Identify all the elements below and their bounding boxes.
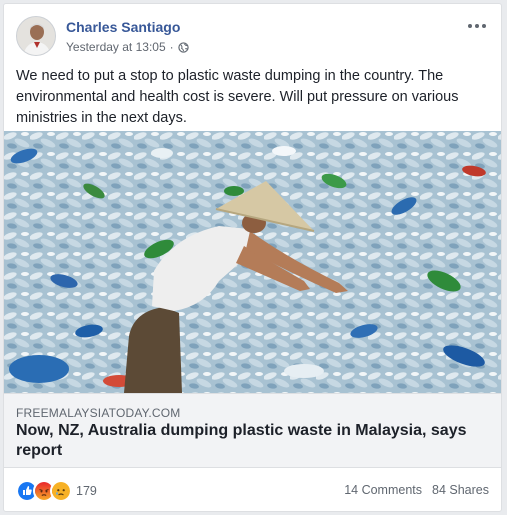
dot [482,24,486,28]
post-header: Charles Santiago Yesterday at 13:05 · [16,16,489,60]
post-stats: 14 Comments 84 Shares [344,483,489,497]
link-preview-image[interactable] [4,131,501,393]
post-text: We need to put a stop to plastic waste d… [16,68,459,126]
shares-count[interactable]: 84 Shares [432,483,489,497]
comments-count[interactable]: 14 Comments [344,483,422,497]
post-timestamp[interactable]: Yesterday at 13:05 [66,40,166,54]
avatar-photo [17,17,55,55]
engagement-bar: 179 14 Comments 84 Shares [16,480,489,502]
plastic-bottles-photo [4,131,501,393]
link-preview[interactable]: FREEMALAYSIATODAY.COM Now, NZ, Australia… [4,393,501,468]
post-meta: Yesterday at 13:05 · [66,40,189,54]
reaction-count: 179 [76,484,97,498]
sad-icon [50,480,72,502]
reactions-summary[interactable]: 179 [16,480,97,502]
dot [468,24,472,28]
avatar[interactable] [16,16,56,56]
meta-separator: · [169,40,174,54]
author-name[interactable]: Charles Santiago [66,19,180,35]
globe-icon[interactable] [177,41,189,53]
post-card: Charles Santiago Yesterday at 13:05 · We… [3,3,502,512]
dot [475,24,479,28]
link-headline[interactable]: Now, NZ, Australia dumping plastic waste… [16,421,486,461]
link-domain: FREEMALAYSIATODAY.COM [16,406,181,420]
more-options-icon[interactable] [465,16,489,36]
